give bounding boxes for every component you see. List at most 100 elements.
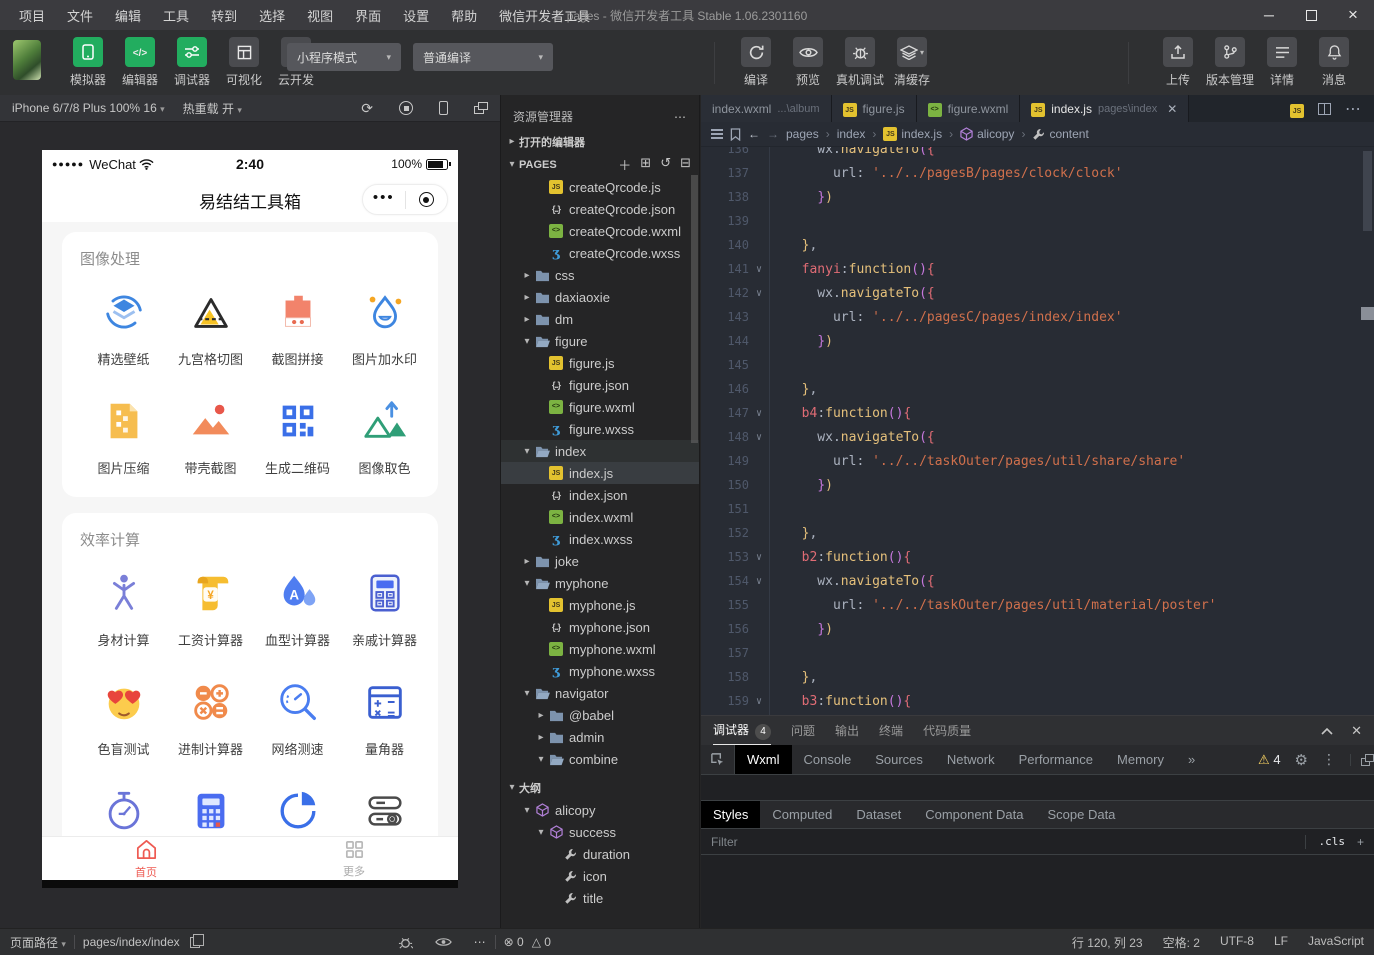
open-js-file-icon[interactable]: JS [1290, 100, 1304, 118]
tree-item-createQrcode.js[interactable]: JScreateQrcode.js [501, 176, 699, 198]
code-line-148[interactable]: 148∨ wx.navigateTo({ [701, 425, 1374, 449]
tool-item-九宫格切图[interactable]: 九宫格切图 [167, 289, 254, 368]
styles-tab-Computed[interactable]: Computed [760, 801, 844, 828]
forward-icon[interactable]: → [767, 127, 779, 141]
menu-转到[interactable]: 转到 [202, 3, 246, 28]
toolbar-button-调试器[interactable]: 调试器 [166, 37, 218, 88]
tree-item-createQrcode.wxml[interactable]: <>createQrcode.wxml [501, 220, 699, 242]
code-line-151[interactable]: 151 [701, 497, 1374, 521]
tool-item-进制计算器[interactable]: 进制计算器 [167, 679, 254, 758]
panel-tab-输出[interactable]: 输出 [835, 722, 859, 739]
code-line-141[interactable]: 141∨ fanyi:function(){ [701, 257, 1374, 281]
code-line-140[interactable]: 140 }, [701, 233, 1374, 257]
status-UTF-8[interactable]: UTF-8 [1220, 934, 1254, 951]
code-line-155[interactable]: 155 url: '../../taskOuter/pages/util/mat… [701, 593, 1374, 617]
tool-item-带壳截图[interactable]: 带壳截图 [167, 398, 254, 477]
inspect-element-icon[interactable] [701, 745, 735, 774]
breadcrumb-item-pages[interactable]: pages [786, 127, 819, 141]
tool-item-工资计算器[interactable]: ¥工资计算器 [167, 570, 254, 649]
toolbar-button-预览[interactable]: 预览 [782, 37, 834, 88]
wxml-tree-area[interactable] [701, 775, 1374, 801]
minimize-button[interactable]: ─ [1248, 0, 1290, 30]
tree-item-dm[interactable]: ▸dm [501, 308, 699, 330]
user-avatar[interactable] [13, 40, 41, 80]
tool-item-随机数字[interactable]: 随机数字 [254, 788, 341, 840]
tool-item-血型计算器[interactable]: A血型计算器 [254, 570, 341, 649]
new-folder-icon[interactable]: ⊞ [640, 155, 651, 174]
code-line-136[interactable]: 136 wx.navigateTo({ [701, 147, 1374, 161]
toolbar-button-模拟器[interactable]: 模拟器 [62, 37, 114, 88]
tool-item-身材计算[interactable]: 身材计算 [80, 570, 167, 649]
open-editors-section[interactable]: ▸ 打开的编辑器 [501, 130, 699, 153]
new-file-icon[interactable]: ＋ [618, 155, 631, 174]
copy-path-icon[interactable] [190, 937, 200, 948]
add-icon[interactable]: + [1357, 835, 1364, 849]
tool-item-全屏时钟[interactable]: 全屏时钟 [80, 788, 167, 840]
devtools-tab-Network[interactable]: Network [935, 745, 1007, 774]
devtools-tab-Console[interactable]: Console [792, 745, 864, 774]
code-line-154[interactable]: 154∨ wx.navigateTo({ [701, 569, 1374, 593]
menu-文件[interactable]: 文件 [58, 3, 102, 28]
close-button[interactable]: × [1332, 0, 1374, 30]
editor-tab-index.wxml[interactable]: index.wxml...\album [701, 95, 832, 122]
restart-icon[interactable]: ⟳ [361, 100, 373, 117]
tree-item-index.wxss[interactable]: ʒindex.wxss [501, 528, 699, 550]
device-select[interactable]: iPhone 6/7/8 Plus 100% 16 ▾ [12, 101, 165, 115]
tree-item-index.json[interactable]: {..}index.json [501, 484, 699, 506]
menu-选择[interactable]: 选择 [250, 3, 294, 28]
code-line-158[interactable]: 158 }, [701, 665, 1374, 689]
styles-tab-Scope Data[interactable]: Scope Data [1035, 801, 1127, 828]
tool-item-亲戚计算器[interactable]: 亲戚计算器 [341, 570, 428, 649]
tool-item-计时器[interactable]: 计时器 [167, 788, 254, 840]
tree-item-combine[interactable]: ▾combine [501, 748, 699, 770]
tree-item-title[interactable]: title [501, 887, 699, 909]
code-line-145[interactable]: 145 [701, 353, 1374, 377]
styles-tab-Styles[interactable]: Styles [701, 801, 760, 828]
collapse-all-icon[interactable]: ⊟ [680, 155, 691, 174]
fold-chevron-icon[interactable]: ∨ [749, 264, 769, 275]
code-line-159[interactable]: 159∨ b3:function(){ [701, 689, 1374, 713]
filter-input[interactable]: Filter [711, 835, 738, 849]
menu-项目[interactable]: 项目 [10, 3, 54, 28]
tree-item-admin[interactable]: ▸admin [501, 726, 699, 748]
explorer-scrollbar[interactable] [691, 175, 698, 443]
code-editor[interactable]: 136 wx.navigateTo({137 url: '../../pages… [701, 147, 1374, 715]
editor-tab-figure.wxml[interactable]: <>figure.wxml [917, 95, 1021, 122]
fold-chevron-icon[interactable]: ∨ [749, 288, 769, 299]
kebab-menu-icon[interactable]: ⋮ [1322, 751, 1336, 768]
editor-tab-index.js[interactable]: JSindex.jspages\index✕ [1020, 95, 1189, 122]
tool-item-截图拼接[interactable]: 截图拼接 [254, 289, 341, 368]
new-style-rule-button[interactable]: .cls [1318, 835, 1345, 848]
maximize-button[interactable] [1290, 0, 1332, 30]
devtools-tab-Performance[interactable]: Performance [1007, 745, 1105, 774]
code-line-147[interactable]: 147∨ b4:function(){ [701, 401, 1374, 425]
styles-tab-Dataset[interactable]: Dataset [844, 801, 913, 828]
menu-设置[interactable]: 设置 [394, 3, 438, 28]
more-actions-icon[interactable]: ⋯ [674, 110, 687, 124]
styles-tab-Component Data[interactable]: Component Data [913, 801, 1035, 828]
tree-item-index.wxml[interactable]: <>index.wxml [501, 506, 699, 528]
tree-item-index[interactable]: ▾index [501, 440, 699, 462]
tree-item-alicopy[interactable]: ▾alicopy [501, 799, 699, 821]
code-line-153[interactable]: 153∨ b2:function(){ [701, 545, 1374, 569]
breadcrumb-item-index[interactable]: index [837, 127, 866, 141]
breadcrumb-item-content[interactable]: content [1032, 127, 1088, 141]
tree-item-createQrcode.json[interactable]: {..}createQrcode.json [501, 198, 699, 220]
tree-item-figure.wxml[interactable]: <>figure.wxml [501, 396, 699, 418]
devtools-tab-Memory[interactable]: Memory [1105, 745, 1176, 774]
menu-编辑[interactable]: 编辑 [106, 3, 150, 28]
outline-icon[interactable] [711, 129, 723, 139]
fold-chevron-icon[interactable]: ∨ [749, 432, 769, 443]
tool-item-图像取色[interactable]: 图像取色 [341, 398, 428, 477]
toolbar-button-版本管理[interactable]: 版本管理 [1204, 37, 1256, 88]
tabbar-item-更多[interactable]: 更多 [250, 837, 458, 880]
menu-工具[interactable]: 工具 [154, 3, 198, 28]
collapse-panel-icon[interactable] [1321, 727, 1333, 735]
tree-item-myphone.wxml[interactable]: <>myphone.wxml [501, 638, 699, 660]
toolbar-button-编辑器[interactable]: </>编辑器 [114, 37, 166, 88]
project-section[interactable]: ▾ PAGES ＋ ⊞ ↺ ⊟ [501, 153, 699, 176]
debug-icon[interactable] [398, 935, 413, 950]
more-actions-icon[interactable]: ⋯ [1345, 99, 1362, 119]
tree-item-css[interactable]: ▸css [501, 264, 699, 286]
panel-tab-代码质量[interactable]: 代码质量 [923, 722, 971, 739]
